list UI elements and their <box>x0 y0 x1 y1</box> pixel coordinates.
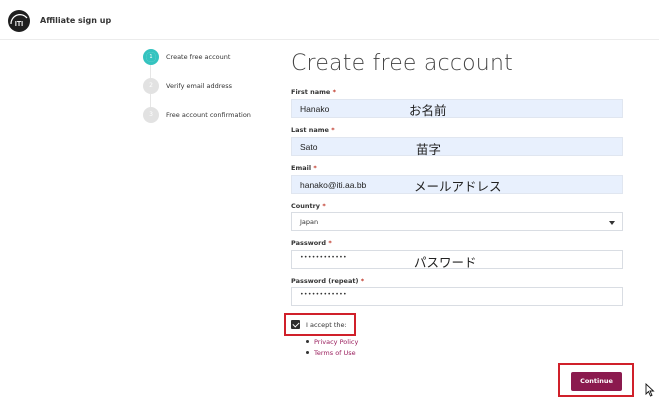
last-name-annotation: 苗字 <box>416 142 442 157</box>
iti-logo: ITI <box>8 10 30 32</box>
step-connector <box>150 65 151 79</box>
first-name-annotation: お名前 <box>409 103 447 118</box>
accept-label: I accept the: <box>306 321 347 329</box>
step-label: Verify email address <box>166 82 233 90</box>
terms-of-use-link[interactable]: Terms of Use <box>314 349 356 357</box>
chevron-down-icon <box>609 221 615 225</box>
accept-checkbox[interactable] <box>291 320 300 329</box>
password-annotation: パスワード <box>414 255 477 270</box>
password-repeat-field[interactable]: •••••••••••• <box>291 287 623 306</box>
mouse-cursor-icon <box>645 383 655 397</box>
step-indicator: 3 <box>143 107 159 123</box>
password-label: Password * <box>291 239 332 247</box>
form-title: Create free account <box>291 51 513 76</box>
bullet <box>306 351 309 354</box>
email-value: hanako@iti.aa.bb <box>300 180 367 190</box>
email-annotation: メールアドレス <box>414 179 502 194</box>
top-bar: ITI Affiliate sign up <box>0 0 659 40</box>
step-label: Create free account <box>166 53 231 61</box>
step-label: Free account confirmation <box>166 111 251 119</box>
country-select[interactable]: Japan <box>291 212 623 231</box>
last-name-field[interactable]: Sato <box>291 137 623 156</box>
email-label: Email * <box>291 164 317 172</box>
password-repeat-value: •••••••••••• <box>300 291 347 298</box>
password-value: •••••••••••• <box>300 254 347 261</box>
continue-button[interactable]: Continue <box>571 372 622 391</box>
last-name-label: Last name * <box>291 126 335 134</box>
first-name-value: Hanako <box>300 104 330 114</box>
country-selected-value: Japan <box>300 218 319 226</box>
country-label: Country * <box>291 202 326 210</box>
first-name-label: First name * <box>291 88 336 96</box>
logo-text: ITI <box>15 21 23 28</box>
step-indicator-active: 1 <box>143 49 159 65</box>
last-name-value: Sato <box>300 142 318 152</box>
step-connector <box>150 94 151 108</box>
app-title: Affiliate sign up <box>40 16 112 25</box>
step-indicator: 2 <box>143 78 159 94</box>
bullet <box>306 340 309 343</box>
first-name-field[interactable]: Hanako <box>291 99 623 118</box>
privacy-policy-link[interactable]: Privacy Policy <box>314 338 358 346</box>
password-repeat-label: Password (repeat) * <box>291 277 365 285</box>
